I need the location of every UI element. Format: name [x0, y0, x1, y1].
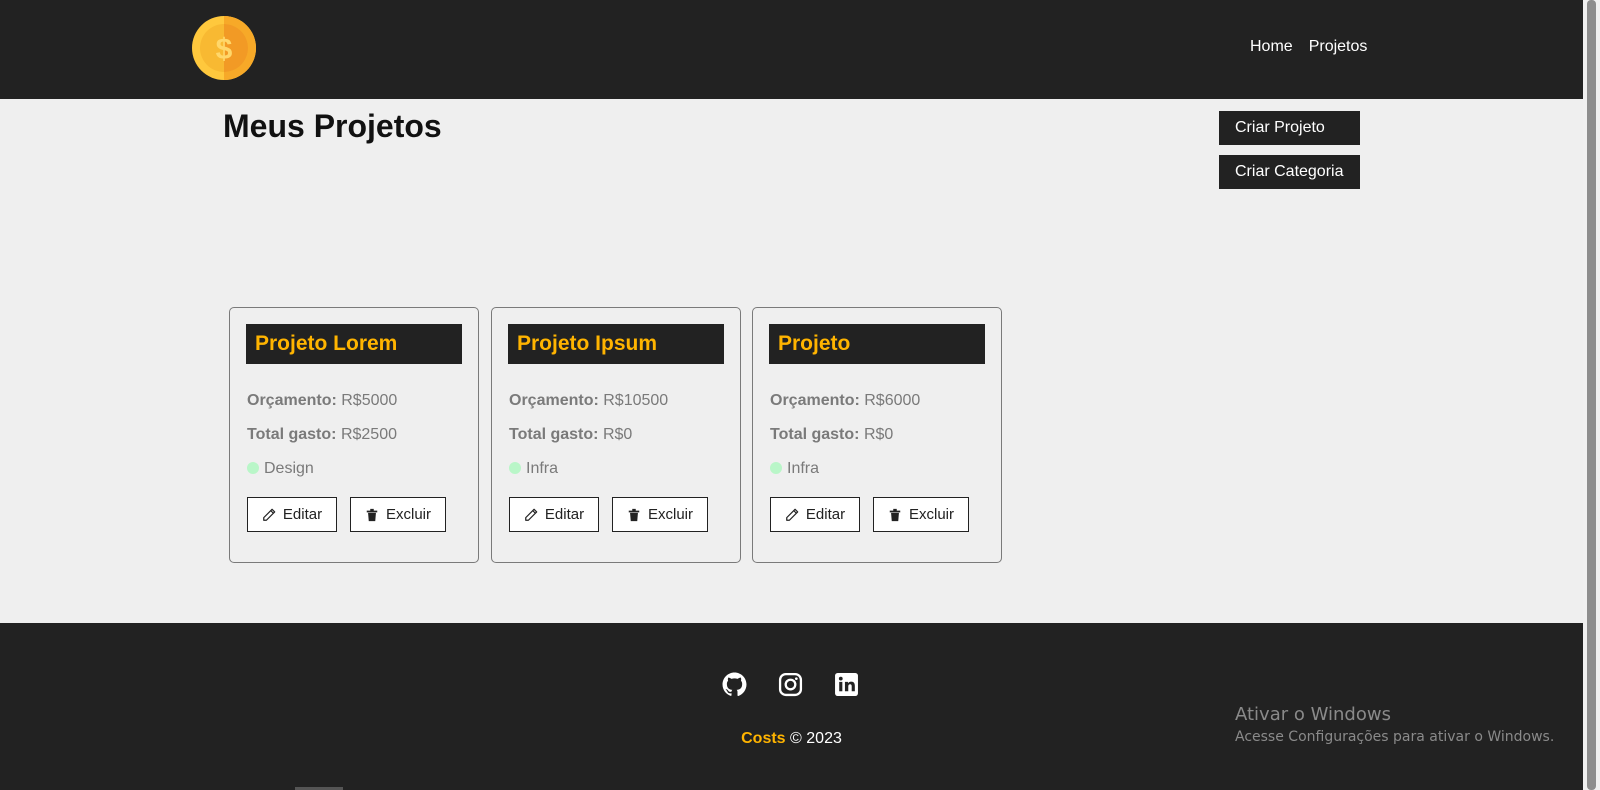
- instagram-icon[interactable]: [778, 672, 803, 697]
- pencil-icon: [786, 508, 799, 521]
- project-category: Infra: [770, 460, 819, 478]
- create-category-button[interactable]: Criar Categoria: [1219, 155, 1360, 189]
- project-spent: Total gasto: R$0: [509, 426, 632, 444]
- page-title: Meus Projetos: [223, 108, 442, 144]
- project-budget: Orçamento: R$10500: [509, 392, 668, 410]
- project-title: Projeto Lorem: [246, 324, 462, 364]
- category-dot-icon: [770, 462, 782, 474]
- project-title: Projeto Ipsum: [508, 324, 724, 364]
- svg-text:$: $: [216, 33, 233, 66]
- project-budget: Orçamento: R$6000: [770, 392, 920, 410]
- trash-icon: [889, 508, 901, 521]
- spent-value: R$0: [863, 426, 894, 443]
- scrollbar-thumb[interactable]: [1587, 0, 1596, 790]
- budget-value: R$6000: [864, 392, 921, 409]
- delete-button[interactable]: Excluir: [873, 497, 969, 532]
- category-label: Design: [264, 460, 314, 477]
- pencil-icon: [525, 508, 538, 521]
- project-category: Infra: [509, 460, 558, 478]
- github-icon[interactable]: [722, 672, 747, 697]
- project-budget: Orçamento: R$5000: [247, 392, 397, 410]
- spent-label: Total gasto:: [509, 426, 599, 443]
- project-card: Projeto Ipsum Orçamento: R$10500 Total g…: [491, 307, 741, 563]
- budget-label: Orçamento:: [509, 392, 599, 409]
- edit-label: Editar: [544, 506, 585, 523]
- navbar: $ Home Projetos: [0, 0, 1583, 99]
- edit-label: Editar: [805, 506, 846, 523]
- linkedin-icon[interactable]: [834, 672, 859, 697]
- edit-label: Editar: [282, 506, 323, 523]
- budget-value: R$10500: [603, 392, 669, 409]
- project-card: Projeto Lorem Orçamento: R$5000 Total ga…: [229, 307, 479, 563]
- nav-link-projetos[interactable]: Projetos: [1309, 38, 1368, 56]
- windows-activation-title: Ativar o Windows: [1235, 704, 1391, 725]
- category-label: Infra: [787, 460, 820, 477]
- brand-name: Costs: [741, 730, 786, 747]
- project-category: Design: [247, 460, 314, 478]
- delete-label: Excluir: [647, 506, 693, 523]
- coin-logo-icon[interactable]: $: [191, 15, 257, 81]
- nav-link-home[interactable]: Home: [1250, 38, 1293, 56]
- edit-button[interactable]: Editar: [247, 497, 337, 532]
- spent-value: R$2500: [340, 426, 397, 443]
- delete-label: Excluir: [908, 506, 954, 523]
- category-label: Infra: [526, 460, 559, 477]
- edit-button[interactable]: Editar: [770, 497, 860, 532]
- windows-activation-subtitle: Acesse Configurações para ativar o Windo…: [1235, 729, 1555, 745]
- category-dot-icon: [247, 462, 259, 474]
- project-card: Projeto Orçamento: R$6000 Total gasto: R…: [752, 307, 1002, 563]
- budget-value: R$5000: [341, 392, 398, 409]
- project-spent: Total gasto: R$0: [770, 426, 893, 444]
- copyright-text: © 2023: [790, 730, 842, 747]
- spent-value: R$0: [602, 426, 633, 443]
- delete-button[interactable]: Excluir: [350, 497, 446, 532]
- social-links: [722, 672, 859, 697]
- budget-label: Orçamento:: [247, 392, 337, 409]
- trash-icon: [366, 508, 378, 521]
- edit-button[interactable]: Editar: [509, 497, 599, 532]
- project-spent: Total gasto: R$2500: [247, 426, 397, 444]
- project-title: Projeto: [769, 324, 985, 364]
- spent-label: Total gasto:: [247, 426, 337, 443]
- create-project-button[interactable]: Criar Projeto: [1219, 111, 1360, 145]
- trash-icon: [628, 508, 640, 521]
- spent-label: Total gasto:: [770, 426, 860, 443]
- pencil-icon: [263, 508, 276, 521]
- budget-label: Orçamento:: [770, 392, 860, 409]
- delete-button[interactable]: Excluir: [612, 497, 708, 532]
- category-dot-icon: [509, 462, 521, 474]
- delete-label: Excluir: [385, 506, 431, 523]
